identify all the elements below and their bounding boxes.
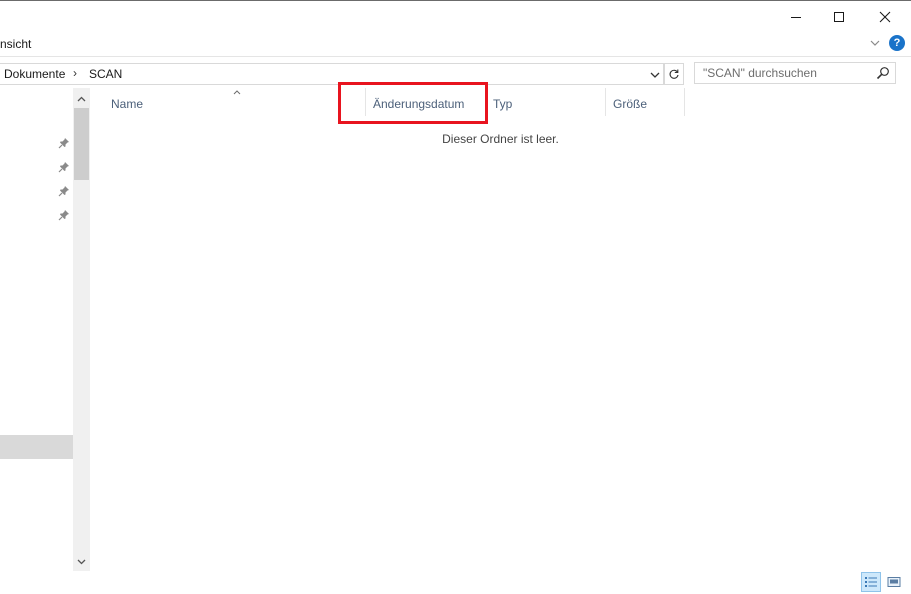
close-button[interactable] bbox=[862, 2, 908, 32]
navigation-pane bbox=[0, 88, 90, 571]
details-view-button[interactable] bbox=[861, 572, 881, 592]
breadcrumb-scan[interactable]: SCAN bbox=[89, 67, 122, 81]
help-icon[interactable]: ? bbox=[889, 35, 905, 51]
address-bar[interactable]: Dokumente › SCAN bbox=[0, 63, 664, 85]
column-header-type[interactable]: Typ bbox=[487, 88, 605, 116]
file-list[interactable]: Name Änderungsdatum Typ Größe Dieser Ord… bbox=[90, 82, 911, 571]
highlight-box bbox=[338, 82, 488, 124]
title-bar bbox=[0, 0, 911, 32]
maximize-icon bbox=[834, 12, 844, 22]
pin-icon[interactable] bbox=[58, 137, 70, 149]
pin-icon[interactable] bbox=[58, 185, 70, 197]
column-label-name: Name bbox=[111, 97, 144, 111]
ribbon-tab-view[interactable]: nsicht bbox=[0, 37, 31, 51]
nav-item-selected[interactable] bbox=[0, 435, 73, 459]
column-header-size[interactable]: Größe bbox=[605, 88, 685, 116]
search-placeholder: "SCAN" durchsuchen bbox=[703, 66, 817, 80]
details-view-icon bbox=[865, 577, 877, 587]
search-box[interactable]: "SCAN" durchsuchen bbox=[694, 62, 896, 84]
pin-icon[interactable] bbox=[58, 161, 70, 173]
scroll-down-icon[interactable] bbox=[76, 556, 87, 567]
chevron-down-icon bbox=[870, 40, 880, 46]
sort-arrow-icon bbox=[233, 90, 241, 95]
breadcrumb-dokumente[interactable]: Dokumente bbox=[4, 67, 65, 81]
column-label-type: Typ bbox=[493, 97, 513, 111]
scroll-thumb[interactable] bbox=[74, 108, 89, 180]
nav-scrollbar[interactable] bbox=[73, 88, 90, 571]
large-icons-view-button[interactable] bbox=[884, 572, 904, 592]
minimize-button[interactable] bbox=[773, 2, 819, 32]
pin-icon[interactable] bbox=[58, 209, 70, 221]
column-label-size: Größe bbox=[613, 97, 648, 111]
large-icons-view-icon bbox=[887, 577, 901, 587]
empty-folder-message: Dieser Ordner ist leer. bbox=[90, 132, 911, 146]
chevron-down-icon bbox=[650, 72, 660, 78]
breadcrumb-separator[interactable]: › bbox=[73, 66, 77, 80]
address-history-button[interactable] bbox=[648, 68, 662, 82]
refresh-button[interactable] bbox=[664, 63, 684, 85]
close-icon bbox=[879, 11, 891, 23]
status-bar bbox=[0, 571, 911, 594]
search-icon[interactable] bbox=[876, 66, 890, 80]
expand-ribbon-button[interactable] bbox=[868, 36, 882, 50]
ribbon: nsicht bbox=[0, 32, 911, 57]
column-header-name[interactable]: Name bbox=[90, 88, 365, 116]
refresh-icon bbox=[669, 69, 679, 79]
scroll-up-icon[interactable] bbox=[76, 94, 87, 105]
maximize-button[interactable] bbox=[816, 2, 862, 32]
minimize-icon bbox=[791, 17, 801, 18]
empty-folder-text: Dieser Ordner ist leer. bbox=[442, 132, 559, 146]
